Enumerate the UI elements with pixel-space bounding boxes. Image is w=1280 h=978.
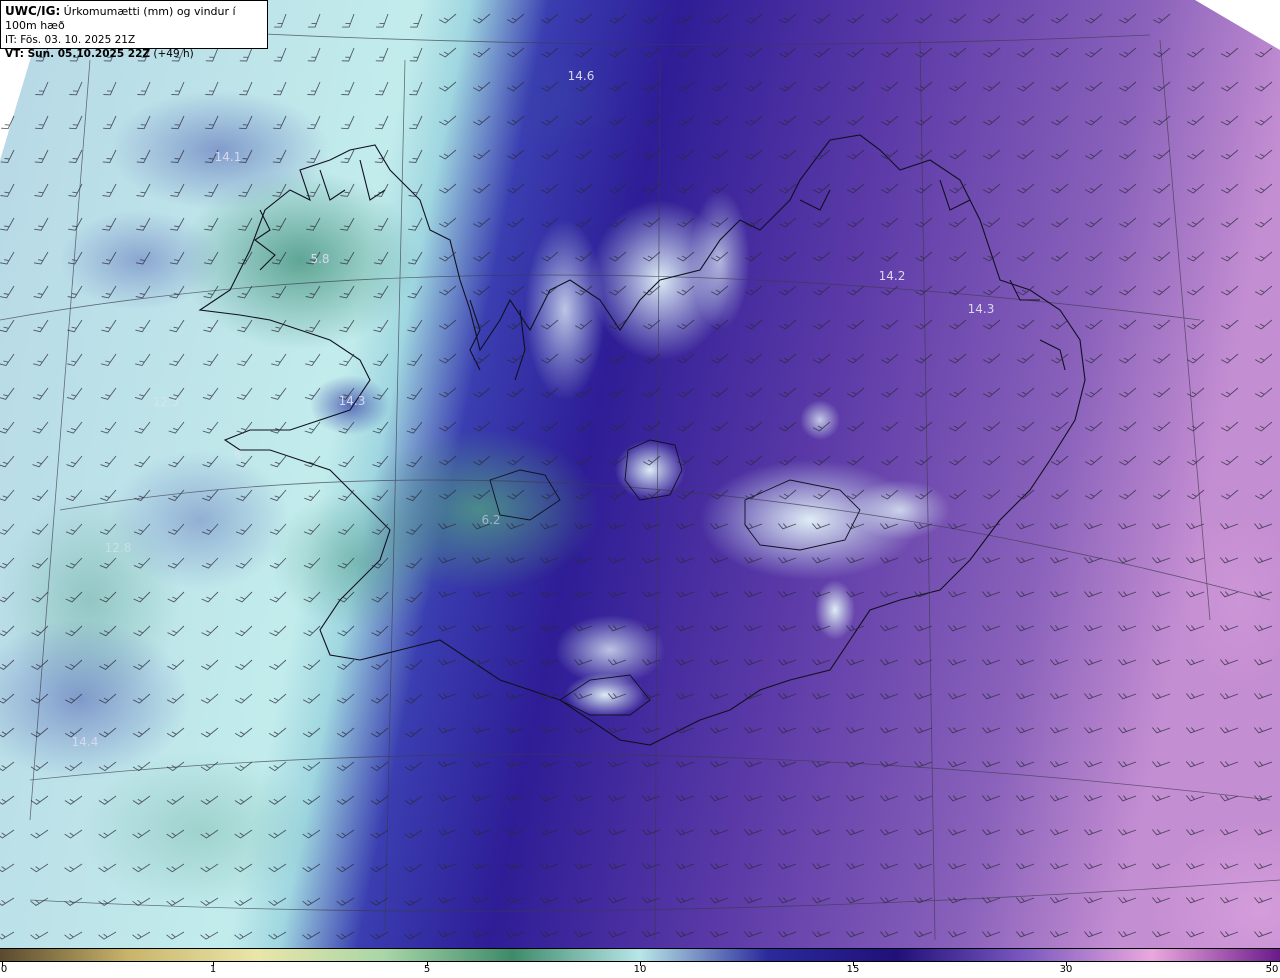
- colorbar-tick-label: 0: [0, 964, 8, 975]
- valid-time: VT: Sun. 05.10.2025 22Z: [5, 48, 151, 60]
- value-label: 14.3: [338, 394, 366, 408]
- precipitation-colorbar: 0 1 5 10 15 30 50: [0, 948, 1280, 978]
- value-label: 14.1: [214, 150, 242, 164]
- colorbar-tick-label: 50: [1265, 964, 1279, 975]
- map-canvas: [0, 0, 1280, 948]
- colorbar-strip: [0, 948, 1280, 962]
- value-label: 14.4: [71, 735, 99, 749]
- colorbar-tick-label: 30: [1059, 964, 1073, 975]
- colorbar-tick-label: 10: [633, 964, 647, 975]
- map-info-box: UWC/IG: Úrkomumætti (mm) og vindur í 100…: [0, 0, 268, 60]
- colorbar-tick-label: 1: [209, 964, 217, 975]
- value-label: 14.2: [878, 269, 906, 283]
- value-label: 12.8: [104, 541, 132, 555]
- value-label: 6: [234, 448, 242, 462]
- value-label: 14.3: [967, 302, 995, 316]
- value-label: 12.3: [152, 395, 180, 409]
- precipitation-map[interactable]: UWC/IG: Úrkomumætti (mm) og vindur í 100…: [0, 0, 1280, 948]
- value-label: 6.2: [481, 513, 501, 527]
- value-label: 14.6: [567, 69, 595, 83]
- model-name: UWC/IG:: [5, 4, 61, 18]
- colorbar-tick-label: 15: [846, 964, 860, 975]
- colorbar-tick-label: 5: [423, 964, 431, 975]
- initial-time: IT: Fös. 03. 10. 2025 21Z: [5, 34, 136, 46]
- forecast-lead: (+49 h): [153, 48, 194, 60]
- value-label: 5.8: [310, 252, 330, 266]
